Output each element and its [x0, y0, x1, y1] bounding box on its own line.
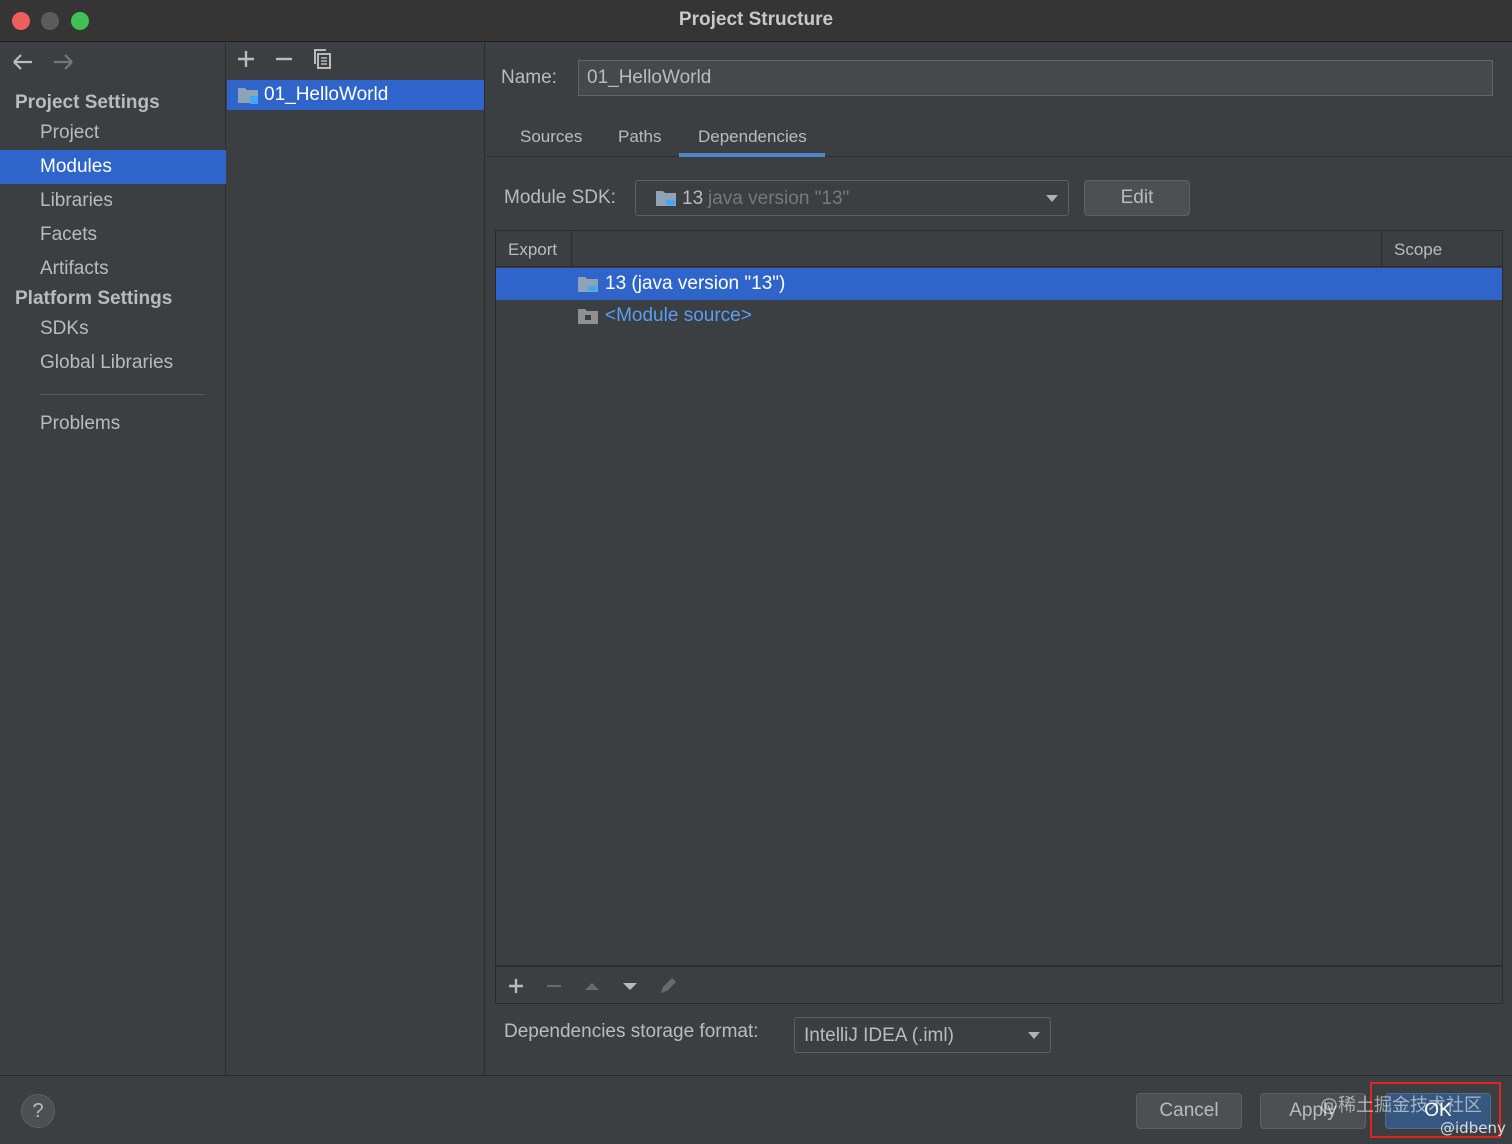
move-up-icon[interactable] [580, 974, 604, 998]
window-title: Project Structure [678, 9, 834, 30]
table-header: Export Scope [496, 231, 1502, 267]
storage-format-label: Dependencies storage format: [504, 1021, 759, 1042]
sdk-version-detail: java version "13" [708, 188, 850, 209]
remove-icon[interactable] [272, 47, 296, 71]
module-sdk-dropdown[interactable]: 13 java version "13" [635, 180, 1069, 216]
edit-sdk-button[interactable]: Edit [1084, 180, 1190, 216]
module-tabs: Sources Paths Dependencies [486, 121, 1512, 157]
tab-paths[interactable]: Paths [618, 127, 661, 147]
storage-format-value: IntelliJ IDEA (.iml) [804, 1025, 954, 1046]
column-separator [571, 231, 572, 267]
sidebar-divider [40, 394, 205, 395]
sidebar-item-artifacts[interactable]: Artifacts [0, 252, 226, 286]
platform-settings-heading: Platform Settings [15, 288, 173, 309]
module-sdk-label: Module SDK: [504, 187, 616, 208]
source-folder-icon [578, 309, 598, 324]
column-separator [1381, 231, 1382, 267]
table-row[interactable]: <Module source> [496, 300, 1502, 332]
sdk-folder-icon [656, 191, 676, 206]
settings-sidebar: Project Settings Project Modules Librari… [0, 43, 226, 1075]
active-tab-indicator [679, 153, 825, 157]
table-row[interactable]: 13 (java version "13") [496, 268, 1502, 300]
sidebar-item-sdks[interactable]: SDKs [0, 312, 226, 346]
chevron-down-icon [1046, 195, 1058, 202]
sidebar-item-project[interactable]: Project [0, 116, 226, 150]
module-name-input[interactable] [578, 60, 1493, 96]
column-scope[interactable]: Scope [1394, 240, 1442, 260]
sdk-version-main: 13 [682, 188, 704, 209]
project-settings-heading: Project Settings [15, 92, 160, 113]
remove-icon[interactable] [542, 974, 566, 998]
sidebar-item-facets[interactable]: Facets [0, 218, 226, 252]
sidebar-item-libraries[interactable]: Libraries [0, 184, 226, 218]
cancel-button[interactable]: Cancel [1136, 1093, 1242, 1129]
name-label: Name: [501, 67, 557, 88]
sidebar-item-modules[interactable]: Modules [0, 150, 226, 184]
module-list-panel: 01_HelloWorld [227, 43, 485, 1075]
title-bar: Project Structure [0, 0, 1512, 42]
pencil-icon[interactable] [656, 974, 680, 998]
dependencies-toolbar [495, 966, 1503, 1004]
add-icon[interactable] [504, 974, 528, 998]
tab-sources[interactable]: Sources [520, 127, 582, 147]
chevron-down-icon [1028, 1032, 1040, 1039]
help-button[interactable]: ? [21, 1094, 55, 1128]
forward-arrow-icon[interactable] [50, 49, 76, 75]
dialog-footer: ? Cancel Apply OK @稀土掘金技术社区 @idbeny [0, 1075, 1512, 1144]
storage-format-dropdown[interactable]: IntelliJ IDEA (.iml) [794, 1017, 1051, 1053]
sidebar-item-problems[interactable]: Problems [0, 407, 226, 441]
copy-icon[interactable] [311, 47, 335, 71]
dependencies-table: Export Scope 13 (java version "13") <Mod… [495, 230, 1503, 966]
watermark: @稀土掘金技术社区 [1320, 1095, 1482, 1116]
module-item[interactable]: 01_HelloWorld [227, 80, 484, 110]
module-folder-icon [238, 88, 258, 104]
dependency-label: 13 (java version "13") [605, 273, 786, 294]
sidebar-item-global-libraries[interactable]: Global Libraries [0, 346, 226, 380]
add-icon[interactable] [234, 47, 258, 71]
column-export[interactable]: Export [508, 240, 557, 260]
dependency-label: <Module source> [605, 305, 752, 326]
move-down-icon[interactable] [618, 974, 642, 998]
module-item-label: 01_HelloWorld [264, 84, 389, 105]
tab-dependencies[interactable]: Dependencies [698, 127, 807, 147]
module-toolbar [227, 43, 485, 77]
watermark-user: @idbeny [1440, 1119, 1506, 1137]
module-detail-panel: Name: Sources Paths Dependencies Module … [486, 43, 1512, 1075]
sdk-folder-icon [578, 277, 598, 292]
back-arrow-icon[interactable] [10, 49, 36, 75]
